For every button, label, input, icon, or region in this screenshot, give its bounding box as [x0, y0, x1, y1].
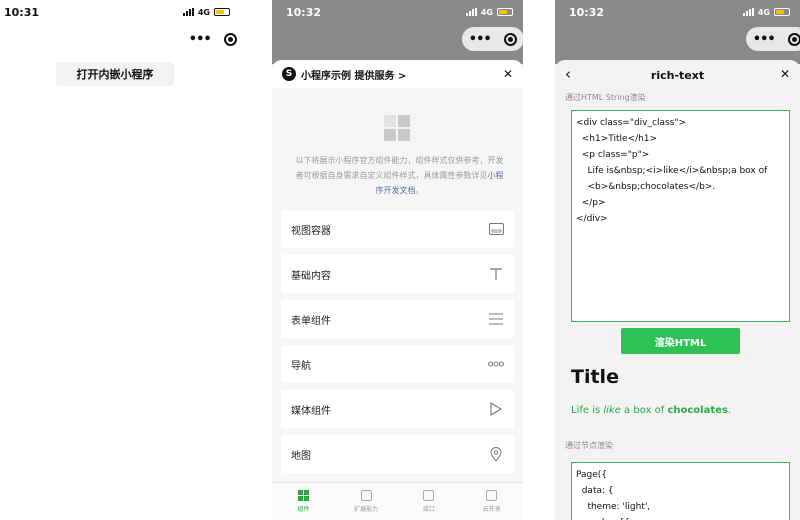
page-navbar: ‹ rich-text ✕ — [555, 60, 800, 90]
tab-extended-capabilities[interactable]: 扩展能力 — [335, 483, 398, 520]
phone-screen-2: 10:32 4G ••• S 小程序示例 提供服务 > ✕ 以下将展示小程序官方… — [272, 0, 523, 520]
text-icon — [488, 266, 504, 282]
html-string-section-label: 通过HTML String渲染 — [565, 93, 646, 102]
more-icon[interactable]: ••• — [469, 33, 492, 46]
close-sheet-button[interactable]: ✕ — [503, 67, 513, 81]
node-render-section-label: 通过节点渲染 — [565, 441, 613, 450]
service-provider-link[interactable]: 小程序示例 提供服务 > — [301, 67, 503, 82]
status-bar: 10:31 4G — [0, 0, 240, 24]
battery-icon — [774, 8, 790, 16]
status-bar: 10:32 4G — [272, 0, 523, 24]
menu-item-map[interactable]: 地图 — [281, 435, 514, 473]
more-icon[interactable]: ••• — [189, 33, 212, 46]
media-icon — [488, 401, 504, 417]
api-tab-icon — [423, 490, 435, 501]
status-bar: 10:32 4G — [555, 0, 800, 24]
phone-screen-1: 10:31 4G ••• 打开内嵌小程序 — [0, 0, 240, 520]
render-html-button[interactable]: 渲染HTML — [621, 328, 740, 354]
rendered-title: Title — [571, 366, 619, 388]
menu-item-form-components[interactable]: 表单组件 — [281, 300, 514, 338]
cloud-tab-icon — [486, 490, 498, 501]
tab-components[interactable]: 组件 — [272, 483, 335, 520]
view-container-icon — [488, 221, 504, 237]
html-string-textarea[interactable]: <div class="div_class"> <h1>Title</h1> <… — [571, 110, 790, 322]
tab-api[interactable]: 接口 — [398, 483, 461, 520]
network-type: 4G — [197, 7, 210, 17]
signal-icon — [182, 8, 194, 16]
menu-item-navigation[interactable]: 导航 — [281, 345, 514, 383]
bottom-tab-bar: 组件 扩展能力 接口 云开发 — [272, 482, 523, 520]
node-code-textarea[interactable]: Page({ data: { theme: 'light', nodes: [{ — [571, 462, 790, 520]
battery-icon — [497, 8, 513, 16]
screenshot-root: 10:31 4G ••• 打开内嵌小程序 10:32 4G ••• S 小程序示… — [0, 0, 800, 520]
menu-item-view-container[interactable]: 视图容器 — [281, 210, 514, 248]
close-icon[interactable]: ✕ — [780, 67, 790, 81]
signal-icon — [742, 8, 754, 16]
menu-item-basic-content[interactable]: 基础内容 — [281, 255, 514, 293]
miniprogram-logo-icon: S — [282, 67, 296, 81]
close-miniprogram-icon[interactable] — [504, 32, 518, 46]
form-icon — [488, 311, 504, 327]
miniprogram-capsule: ••• — [462, 27, 523, 51]
status-time: 10:31 — [4, 5, 40, 19]
miniprogram-capsule: ••• — [182, 27, 240, 51]
network-type: 4G — [480, 7, 493, 17]
back-arrow-icon[interactable]: ‹ — [565, 65, 571, 83]
intro-text: 以下将展示小程序官方组件能力，组件样式仅供参考，开发者可根据自身需求自定义组件样… — [295, 156, 504, 195]
component-menu: 视图容器 基础内容 表单组件 导航 媒体组件 地图 — [281, 210, 514, 480]
signal-icon — [465, 8, 477, 16]
close-miniprogram-icon[interactable] — [224, 32, 238, 46]
open-embedded-miniprogram-button[interactable]: 打开内嵌小程序 — [56, 62, 174, 86]
menu-item-media-components[interactable]: 媒体组件 — [281, 390, 514, 428]
network-type: 4G — [757, 7, 770, 17]
status-time: 10:32 — [286, 5, 322, 19]
phone-screen-3: 10:32 4G ••• ‹ rich-text ✕ 通过HTML String… — [555, 0, 800, 520]
page-title: rich-text — [650, 68, 705, 82]
close-miniprogram-icon[interactable] — [788, 32, 800, 46]
rendered-paragraph: Life is like a box of chocolates. — [571, 405, 732, 416]
navigation-icon — [488, 356, 504, 372]
miniprogram-capsule: ••• — [746, 27, 800, 51]
tab-cloud-development[interactable]: 云开发 — [460, 483, 523, 520]
sheet-header: S 小程序示例 提供服务 > ✕ — [272, 60, 523, 88]
components-grid-icon — [384, 115, 410, 141]
extensions-tab-icon — [360, 490, 372, 501]
components-tab-icon — [297, 490, 309, 501]
map-pin-icon — [488, 446, 504, 462]
more-icon[interactable]: ••• — [753, 33, 776, 46]
status-time: 10:32 — [569, 5, 605, 19]
battery-icon — [214, 8, 230, 16]
